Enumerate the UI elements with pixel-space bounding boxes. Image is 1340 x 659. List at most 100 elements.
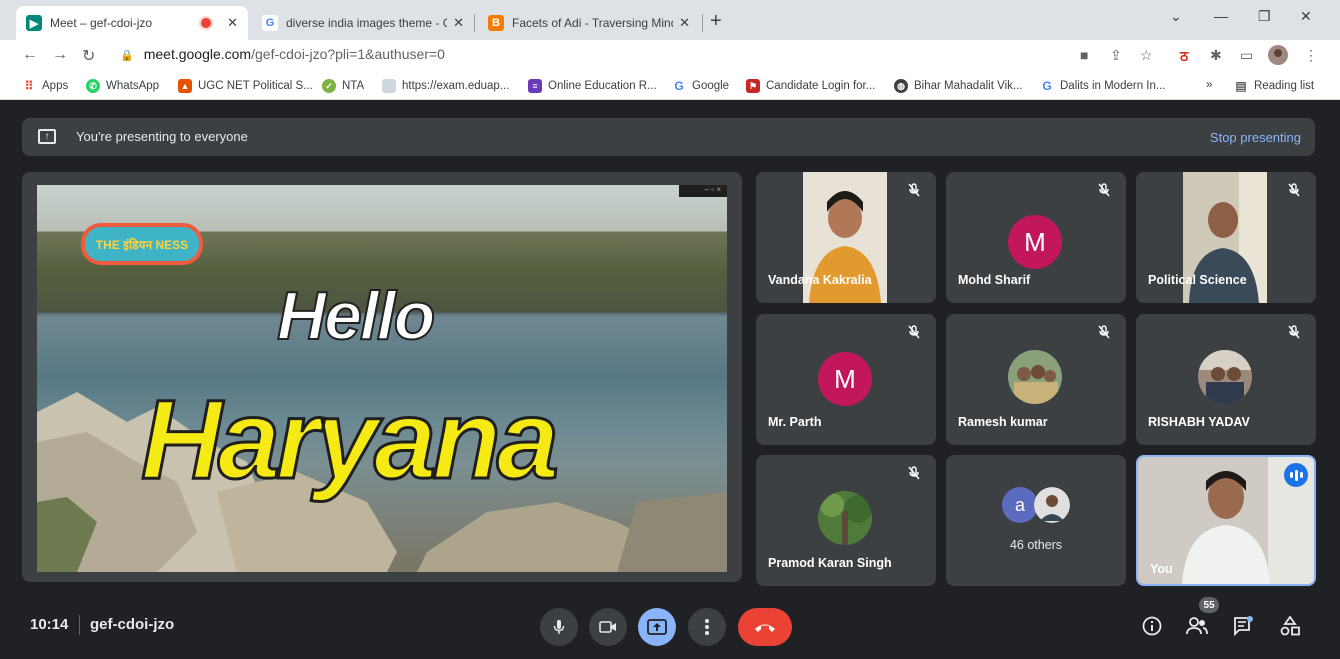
- avatar: a: [1002, 487, 1038, 523]
- bookmarks-overflow-icon[interactable]: »: [1206, 79, 1212, 91]
- participant-tile-mohd-sharif[interactable]: M Mohd Sharif: [946, 172, 1126, 303]
- bookmark-nta[interactable]: ✓ NTA: [322, 79, 364, 93]
- theindianness-logo: THE इंडियन NESS: [81, 223, 203, 265]
- present-now-button[interactable]: [638, 608, 676, 646]
- maximize-icon[interactable]: ❐: [1258, 8, 1271, 25]
- bookmark-ugc-net[interactable]: ▲ UGC NET Political S...: [178, 79, 313, 93]
- participant-name: Mr. Parth: [768, 415, 822, 429]
- close-tab-icon[interactable]: ✕: [679, 15, 690, 31]
- tab-facets-of-adi[interactable]: B Facets of Adi - Traversing Mind: T ✕: [478, 6, 700, 40]
- participant-name: Mohd Sharif: [958, 273, 1031, 287]
- back-arrow-icon[interactable]: ←: [22, 46, 38, 64]
- participant-tile-political-science[interactable]: Political Science: [1136, 172, 1316, 303]
- google-favicon-icon: G: [262, 15, 278, 31]
- present-screen-icon: ↑: [38, 129, 56, 144]
- people-icon: [1186, 617, 1208, 635]
- forms-icon: ≡: [528, 79, 542, 93]
- forward-arrow-icon[interactable]: →: [52, 46, 68, 64]
- participant-name: Pramod Karan Singh: [768, 556, 892, 570]
- new-tab-icon[interactable]: +: [710, 10, 722, 33]
- participant-name: Vandana Kakralia: [768, 273, 872, 287]
- mic-muted-icon: [1288, 325, 1300, 339]
- blogger-favicon-icon: B: [488, 15, 504, 31]
- leave-call-button[interactable]: [738, 608, 792, 646]
- more-options-button[interactable]: [688, 608, 726, 646]
- url-path: /gef-cdoi-jzo?pli=1&authuser=0: [251, 46, 445, 62]
- recording-indicator-icon: [201, 18, 212, 28]
- extensions-puzzle-icon[interactable]: ✱: [1210, 47, 1222, 64]
- self-label: You: [1150, 562, 1173, 576]
- presentation-stage: – ▫ × THE इंडियन NESS Hello Haryana: [22, 172, 742, 582]
- bookmark-online-education[interactable]: ≡ Online Education R...: [528, 79, 657, 93]
- participant-tile-pramod-karan-singh[interactable]: Pramod Karan Singh: [756, 455, 936, 586]
- chat-icon: [1234, 616, 1253, 636]
- participant-name: Ramesh kumar: [958, 415, 1048, 429]
- whatsapp-icon: ✆: [86, 79, 100, 93]
- divider: [79, 615, 80, 635]
- meeting-code: gef-cdoi-jzo: [90, 616, 175, 633]
- bookmark-dalits-modern[interactable]: G Dalits in Modern In...: [1040, 79, 1165, 93]
- minimize-icon[interactable]: —: [1214, 8, 1228, 24]
- camera-button[interactable]: [589, 608, 627, 646]
- globe-icon: ◍: [894, 79, 908, 93]
- profile-avatar[interactable]: [1268, 45, 1288, 68]
- slide-hello-text: Hello: [276, 277, 436, 355]
- bookmark-candidate-login[interactable]: ⚑ Candidate Login for...: [746, 79, 875, 93]
- participant-count-badge: 55: [1199, 597, 1219, 613]
- camera-icon: [599, 621, 616, 633]
- mic-muted-icon: [1098, 325, 1110, 339]
- browser-menu-icon[interactable]: ⋮: [1304, 47, 1318, 64]
- tab-meet[interactable]: ▶ Meet – gef-cdoi-jzo ✕: [16, 6, 248, 40]
- bookmark-star-icon[interactable]: ☆: [1140, 47, 1153, 64]
- self-view-tile[interactable]: You: [1136, 455, 1316, 586]
- camera-in-use-icon[interactable]: ■: [1080, 47, 1088, 63]
- slide-haryana-text: Haryana: [139, 376, 560, 504]
- mic-muted-icon: [1288, 183, 1300, 197]
- participant-tile-rishabh-yadav[interactable]: RISHABH YADAV: [1136, 314, 1316, 445]
- end-call-icon: [755, 624, 775, 632]
- close-tab-icon[interactable]: ✕: [227, 15, 238, 31]
- extension-icon[interactable]: ठ: [1180, 47, 1188, 66]
- participant-name: Political Science: [1148, 273, 1247, 287]
- bookmark-whatsapp[interactable]: ✆ WhatsApp: [86, 79, 159, 93]
- tab-title: diverse india images theme - Go: [286, 16, 448, 30]
- tab-google-images[interactable]: G diverse india images theme - Go ✕: [252, 6, 474, 40]
- avatar: [818, 491, 872, 545]
- participant-tile-ramesh-kumar[interactable]: Ramesh kumar: [946, 314, 1126, 445]
- close-window-icon[interactable]: ✕: [1300, 8, 1312, 25]
- cast-icon[interactable]: ▭: [1240, 47, 1253, 64]
- mic-muted-icon: [1098, 183, 1110, 197]
- microphone-button[interactable]: [540, 608, 578, 646]
- participant-tile-mr-parth[interactable]: M Mr. Parth: [756, 314, 936, 445]
- avatar: M: [1008, 215, 1062, 269]
- meeting-details-button[interactable]: [1139, 613, 1165, 639]
- bookmark-google[interactable]: G Google: [672, 79, 729, 93]
- bookmark-bihar-mahadalit[interactable]: ◍ Bihar Mahadalit Vik...: [894, 79, 1022, 93]
- others-tile[interactable]: a 46 others: [946, 455, 1126, 586]
- address-bar[interactable]: 🔒 meet.google.com/gef-cdoi-jzo?pli=1&auth…: [120, 46, 445, 62]
- share-icon[interactable]: ⇪: [1110, 47, 1122, 64]
- tab-separator: [702, 14, 703, 32]
- activities-button[interactable]: [1277, 613, 1303, 639]
- avatar: M: [818, 352, 872, 406]
- chat-button[interactable]: [1230, 613, 1256, 639]
- mic-muted-icon: [908, 183, 920, 197]
- stop-presenting-button[interactable]: Stop presenting: [1210, 130, 1301, 145]
- avatar: [1034, 487, 1070, 523]
- participants-button[interactable]: [1184, 613, 1210, 639]
- nta-icon: ✓: [322, 79, 336, 93]
- reading-list[interactable]: ▤ Reading list: [1234, 79, 1314, 93]
- browser-tabstrip: ▶ Meet – gef-cdoi-jzo ✕ G diverse india …: [0, 0, 1340, 40]
- info-icon: [1142, 616, 1162, 636]
- tab-search-chevron-icon[interactable]: ⌄: [1170, 8, 1182, 25]
- reading-list-icon: ▤: [1235, 79, 1247, 93]
- lock-icon: 🔒: [120, 50, 134, 62]
- avatar: [1198, 350, 1252, 404]
- reload-icon[interactable]: ↻: [82, 46, 95, 66]
- candidate-login-icon: ⚑: [746, 79, 760, 93]
- bookmark-exam-eduap[interactable]: https://exam.eduap...: [382, 79, 509, 93]
- tab-title: Facets of Adi - Traversing Mind: T: [512, 16, 673, 30]
- participant-tile-vandana[interactable]: Vandana Kakralia: [756, 172, 936, 303]
- close-tab-icon[interactable]: ✕: [453, 15, 464, 31]
- bookmark-apps[interactable]: ⠿ Apps: [22, 79, 69, 93]
